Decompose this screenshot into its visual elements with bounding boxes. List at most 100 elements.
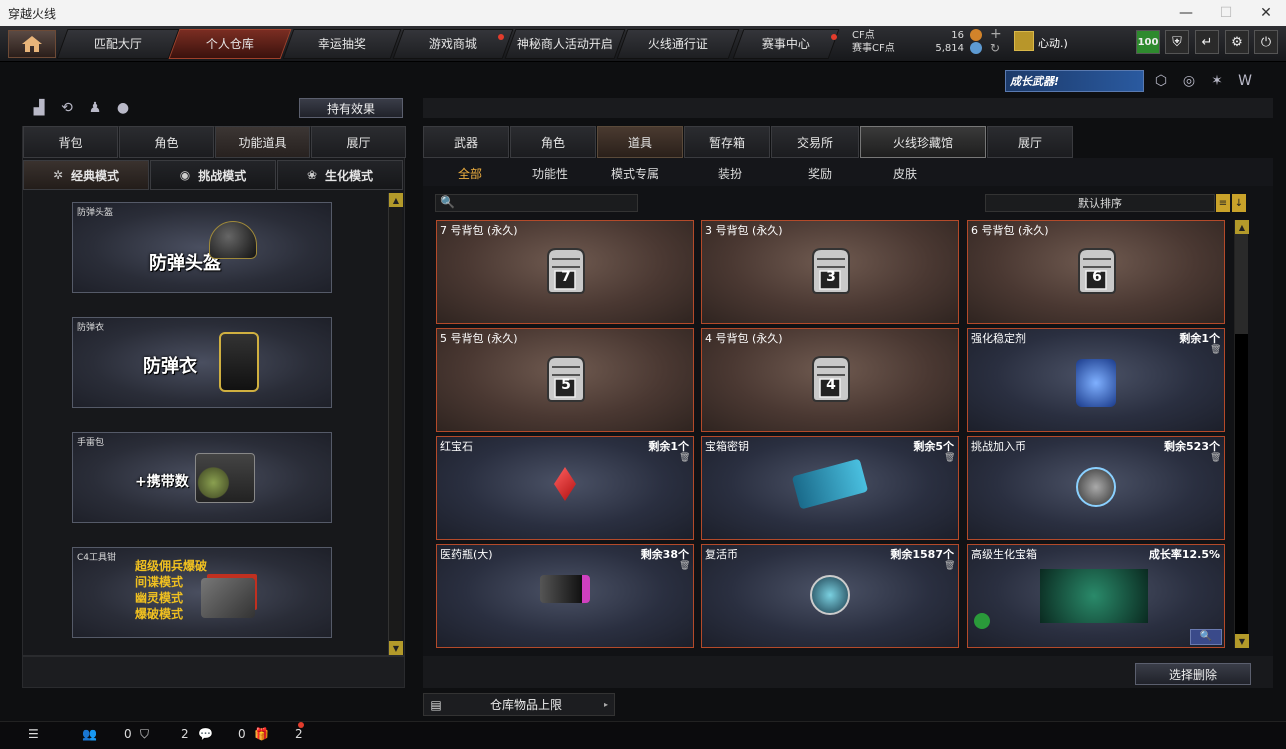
inventory-item[interactable]: 7 号背包 (永久) 7: [436, 220, 694, 324]
item-count: 剩余1587个: [890, 548, 954, 561]
lock-icon[interactable]: 🗑: [1210, 345, 1221, 355]
exit-arrow-icon[interactable]: ↵: [1195, 30, 1219, 54]
rank-badge-icon: [1014, 31, 1034, 51]
shield-icon[interactable]: ⛨: [1165, 30, 1189, 54]
inventory-item[interactable]: 强化稳定剂 剩余1个 🗑: [967, 328, 1225, 432]
inventory-item[interactable]: 4 号背包 (永久) 4: [701, 328, 959, 432]
inventory-item[interactable]: 6 号背包 (永久) 6: [967, 220, 1225, 324]
nav-tab[interactable]: 匹配大厅: [56, 29, 180, 59]
right-tab[interactable]: 火线珍藏馆: [860, 126, 986, 158]
home-button[interactable]: [8, 30, 56, 58]
refresh-icon[interactable]: ↻: [990, 41, 1000, 55]
left-tab[interactable]: 展厅: [311, 126, 406, 158]
mode-icon: ◉: [179, 168, 191, 182]
card-caption: 防弹衣: [77, 323, 105, 333]
card-label: +携带数: [135, 474, 189, 490]
subtab[interactable]: 奖励: [790, 163, 850, 183]
item-name: 红宝石: [440, 440, 473, 453]
emblem-icon[interactable]: W: [1236, 72, 1254, 90]
chat-icon[interactable]: 💬: [198, 727, 213, 741]
right-tab[interactable]: 暂存箱: [684, 126, 770, 158]
sort-order-icon[interactable]: ↓: [1232, 194, 1246, 212]
power-icon[interactable]: ⏻: [1254, 30, 1278, 54]
add-cf-icon[interactable]: +: [990, 26, 1002, 42]
effects-button[interactable]: 持有效果: [299, 98, 403, 118]
right-tab[interactable]: 角色: [510, 126, 596, 158]
menu-list-icon[interactable]: ☰: [28, 727, 39, 741]
functional-item-card[interactable]: 防弹衣 防弹衣: [72, 317, 332, 408]
nav-tab[interactable]: 游戏商城: [392, 29, 514, 59]
lock-icon[interactable]: 🗑: [679, 561, 690, 571]
maximize-icon[interactable]: ☐: [1206, 0, 1246, 26]
clan-shield-icon[interactable]: ⛉: [140, 727, 149, 742]
gear-icon[interactable]: ⚙: [1225, 30, 1249, 54]
nav-tab[interactable]: 赛事中心: [732, 29, 840, 59]
inventory-item[interactable]: 宝箱密钥 剩余5个 🗑: [701, 436, 959, 540]
search-input[interactable]: 🔍: [435, 194, 638, 212]
subtab[interactable]: 功能性: [520, 163, 580, 183]
badge-icon[interactable]: ⬡: [1152, 72, 1170, 90]
mask-icon[interactable]: ✶: [1208, 72, 1226, 90]
nav-tab[interactable]: 火线通行证: [616, 29, 740, 59]
grenade-icon[interactable]: ●: [114, 99, 132, 117]
lock-icon[interactable]: 🗑: [679, 453, 690, 463]
nav-tab[interactable]: 幸运抽奖: [282, 29, 402, 59]
nav-tab[interactable]: 个人仓库: [168, 29, 292, 59]
subtab[interactable]: 模式专属: [605, 163, 665, 183]
backpack-icon: 5: [542, 353, 588, 403]
right-tab[interactable]: 交易所: [771, 126, 859, 158]
left-scrollbar[interactable]: ▲ ▼: [388, 193, 403, 655]
inventory-item[interactable]: 3 号背包 (永久) 3: [701, 220, 959, 324]
mode-tab[interactable]: ◉ 挑战模式: [150, 160, 276, 190]
lock-icon[interactable]: 🗑: [944, 453, 955, 463]
list-view-icon[interactable]: ≡: [1216, 194, 1230, 212]
sort-dropdown[interactable]: 默认排序: [985, 194, 1215, 212]
scroll-down-icon: ▼: [389, 641, 403, 655]
mode-tab[interactable]: ❀ 生化模式: [277, 160, 403, 190]
left-tab[interactable]: 背包: [23, 126, 118, 158]
nav-tab-label: 火线通行证: [647, 36, 708, 51]
level-badge[interactable]: 100: [1136, 30, 1160, 54]
minimize-icon[interactable]: —: [1166, 0, 1206, 26]
subtab[interactable]: 全部: [440, 163, 500, 183]
functional-item-card[interactable]: 防弹头盔 防弹头盔: [72, 202, 332, 293]
left-tab[interactable]: 角色: [119, 126, 214, 158]
lock-icon[interactable]: 🗑: [1210, 453, 1221, 463]
functional-item-card[interactable]: C4工具钳 超级佣兵爆破 间谍模式 幽灵模式 爆破模式: [72, 547, 332, 638]
promo-banner[interactable]: 成长武器!: [1005, 70, 1144, 92]
inventory-item[interactable]: 挑战加入币 剩余523个 🗑: [967, 436, 1225, 540]
right-tab[interactable]: 武器: [423, 126, 509, 158]
inventory-item[interactable]: 5 号背包 (永久) 5: [436, 328, 694, 432]
subtab[interactable]: 装扮: [700, 163, 760, 183]
ruby-icon: [554, 467, 576, 501]
inventory-item[interactable]: 复活币 剩余1587个 🗑: [701, 544, 959, 648]
friends-icon[interactable]: 👥: [82, 727, 97, 741]
capacity-dropdown[interactable]: ▤ 仓库物品上限 ▸: [423, 693, 615, 716]
subtab[interactable]: 皮肤: [875, 163, 935, 183]
inventory-item[interactable]: 红宝石 剩余1个 🗑: [436, 436, 694, 540]
nav-tab[interactable]: 神秘商人活动开启: [504, 29, 626, 59]
history-icon[interactable]: ⟲: [58, 99, 76, 117]
gift-icon[interactable]: 🎁: [254, 727, 269, 741]
inventory-item[interactable]: 医药瓶(大) 剩余38个 🗑: [436, 544, 694, 648]
magnify-icon[interactable]: 🔍: [1190, 629, 1222, 645]
right-tab[interactable]: 道具: [597, 126, 683, 158]
user-name[interactable]: 心动.): [1038, 35, 1068, 51]
promo-icons: ⬡ ◎ ✶ W: [1152, 72, 1254, 90]
right-tab[interactable]: 展厅: [987, 126, 1073, 158]
target-icon[interactable]: ◎: [1180, 72, 1198, 90]
grid-scrollbar[interactable]: ▲ ▼: [1234, 220, 1249, 648]
ranking-icon[interactable]: ▟: [30, 99, 48, 117]
mode-tab[interactable]: ✲ 经典模式: [23, 160, 149, 190]
item-name: 医药瓶(大): [440, 548, 493, 561]
left-tab[interactable]: 功能道具: [215, 126, 310, 158]
close-icon[interactable]: ✕: [1246, 0, 1286, 26]
inventory-item[interactable]: 高级生化宝箱 成长率12.5% 🔍: [967, 544, 1225, 648]
card-mode-line: 间谍模式: [135, 575, 184, 589]
lock-icon[interactable]: 🗑: [944, 561, 955, 571]
functional-item-card[interactable]: 手雷包 +携带数: [72, 432, 332, 523]
mode-label: 挑战模式: [198, 168, 247, 183]
backpack-icon: 4: [807, 353, 853, 403]
select-delete-button[interactable]: 选择删除: [1135, 663, 1251, 685]
person-icon[interactable]: ♟: [86, 99, 104, 117]
